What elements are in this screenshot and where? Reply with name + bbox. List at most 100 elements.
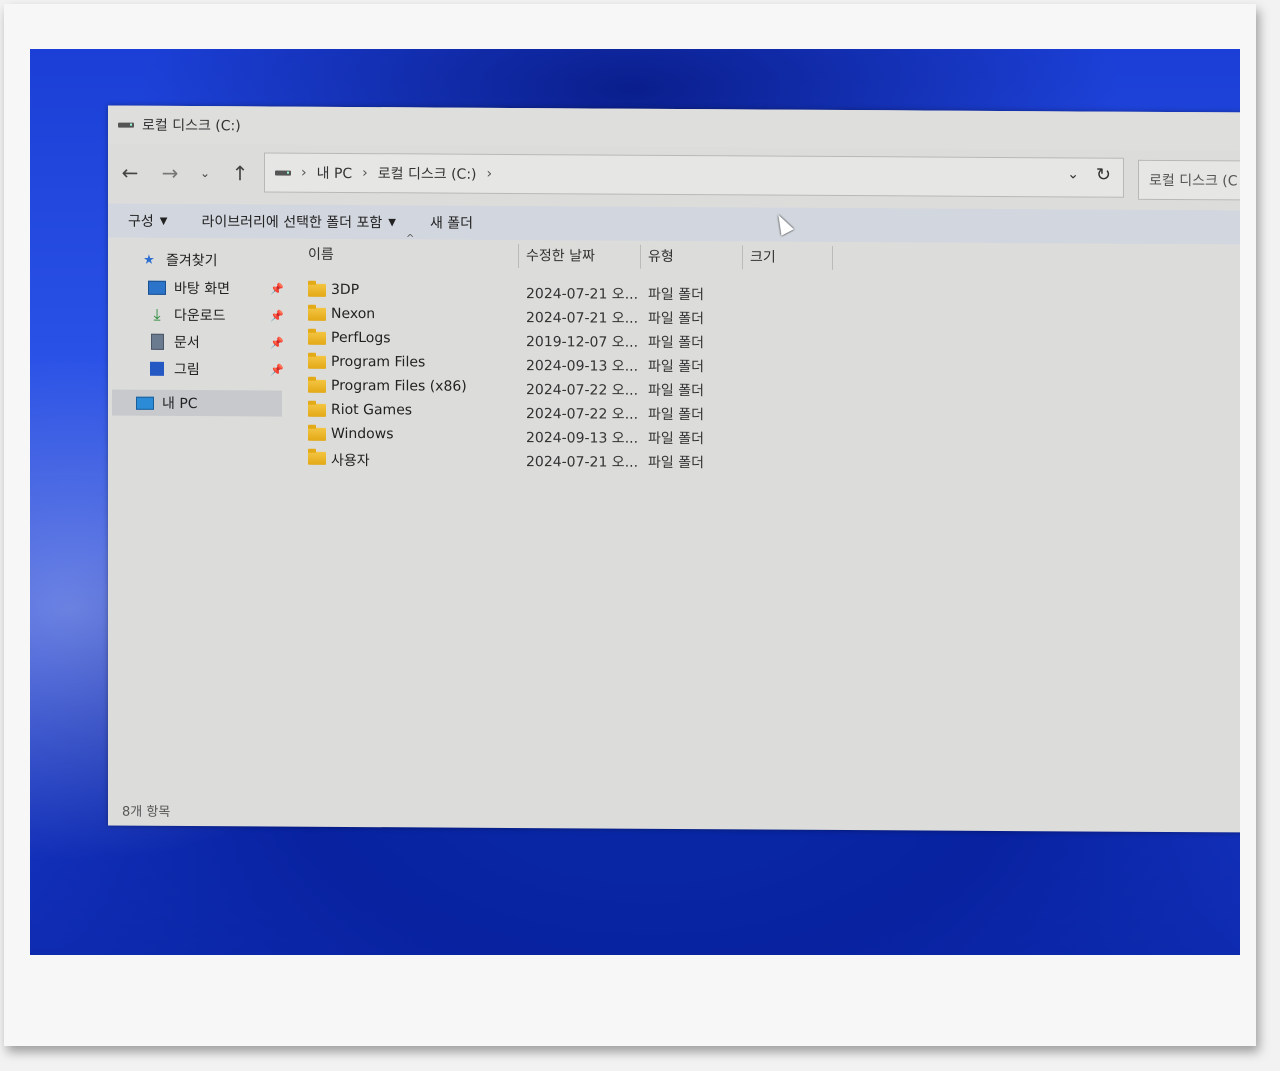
caret-down-icon: ▼ <box>388 216 396 228</box>
file-name: 사용자 <box>331 452 370 470</box>
new-folder-label: 새 폴더 <box>429 215 474 232</box>
new-folder-button[interactable]: 새 폴더 <box>430 212 473 232</box>
file-list: ^ 이름 수정한 날짜 유형 크기 3DP 2024-07-21 오... 파일… <box>298 233 1240 807</box>
folder-icon <box>308 283 326 297</box>
back-button[interactable]: ← <box>112 155 148 191</box>
file-name: 3DP <box>331 281 360 299</box>
column-header-type[interactable]: 유형 <box>648 245 738 268</box>
table-row[interactable]: PerfLogs 2019-12-07 오... 파일 폴더 <box>298 329 858 354</box>
file-date: 2024-09-13 오... <box>526 430 639 447</box>
pictures-icon <box>148 361 166 377</box>
column-header-size[interactable]: 크기 <box>750 245 830 267</box>
sidebar-item-label: 다운로드 <box>174 307 226 325</box>
arrow-up-icon: ↑ <box>231 161 249 186</box>
breadcrumb-local-disk[interactable]: 로컬 디스크 (C:) <box>378 163 477 184</box>
caret-down-icon: ▼ <box>159 215 168 227</box>
column-divider[interactable] <box>640 244 641 269</box>
file-date: 2024-09-13 오... <box>526 358 639 375</box>
pin-icon[interactable]: 📌 <box>270 363 284 376</box>
table-row[interactable]: Nexon 2024-07-21 오... 파일 폴더 <box>298 305 858 330</box>
pin-icon[interactable]: 📌 <box>270 336 284 349</box>
arrow-right-icon: → <box>161 160 179 185</box>
sidebar-item-this-pc[interactable]: 내 PC <box>112 389 282 417</box>
column-header-name[interactable]: 이름 <box>308 243 508 266</box>
file-type: 파일 폴더 <box>648 430 704 448</box>
address-drive-icon <box>275 170 291 176</box>
file-date: 2024-07-21 오... <box>526 286 639 303</box>
file-date: 2024-07-21 오... <box>526 310 639 327</box>
sidebar-item-label: 그림 <box>174 361 200 379</box>
recent-locations-button[interactable]: ⌄ <box>192 155 218 191</box>
breadcrumb-this-pc[interactable]: 내 PC <box>317 163 353 183</box>
pin-icon[interactable]: 📌 <box>270 282 284 295</box>
file-name: Nexon <box>331 305 376 323</box>
table-row[interactable]: Program Files (x86) 2024-07-22 오... 파일 폴… <box>298 377 858 402</box>
file-name: Program Files (x86) <box>331 377 467 395</box>
include-in-library-button[interactable]: 라이브러리에 선택한 폴더 포함 ▼ <box>201 211 396 232</box>
file-type: 파일 폴더 <box>648 310 704 328</box>
file-type: 파일 폴더 <box>648 286 704 304</box>
status-bar-item-count: 8개 항목 <box>122 804 171 820</box>
folder-icon <box>308 427 326 441</box>
table-row[interactable]: 사용자 2024-07-21 오... 파일 폴더 <box>298 449 858 474</box>
monitor-screen: 로컬 디스크 (C:) ← → ⌄ ↑ › 내 PC › 로컬 디스크 (C:)… <box>30 49 1240 955</box>
sidebar-item-label: 내 PC <box>162 395 198 413</box>
file-date: 2024-07-21 오... <box>526 454 639 471</box>
column-divider[interactable] <box>832 245 833 270</box>
sidebar-item-quick-access[interactable]: ★ 즐겨찾기 <box>140 250 218 270</box>
column-divider[interactable] <box>518 244 519 269</box>
drive-icon <box>118 122 134 128</box>
file-type: 파일 폴더 <box>648 382 704 400</box>
refresh-icon[interactable]: ↻ <box>1096 165 1111 186</box>
sidebar-item-label: 문서 <box>174 334 200 352</box>
file-explorer-window: 로컬 디스크 (C:) ← → ⌄ ↑ › 내 PC › 로컬 디스크 (C:)… <box>108 105 1240 833</box>
file-date: 2019-12-07 오... <box>526 334 639 351</box>
file-name: Riot Games <box>331 401 413 419</box>
file-date: 2024-07-22 오... <box>526 382 639 399</box>
folder-icon <box>308 307 326 321</box>
address-bar[interactable]: › 내 PC › 로컬 디스크 (C:) › ⌄ ↻ <box>264 152 1124 198</box>
address-dropdown-icon[interactable]: ⌄ <box>1067 166 1079 182</box>
sidebar-item-downloads[interactable]: ⤓ 다운로드 📌 <box>148 305 298 326</box>
document-icon <box>148 333 166 350</box>
table-row[interactable]: Riot Games 2024-07-22 오... 파일 폴더 <box>298 401 858 426</box>
up-button[interactable]: ↑ <box>222 155 258 191</box>
folder-icon <box>308 451 326 465</box>
breadcrumb-separator: › <box>486 165 493 182</box>
search-input[interactable]: 로컬 디스크 (C <box>1138 159 1240 201</box>
file-name: PerfLogs <box>331 329 391 347</box>
table-row[interactable]: Program Files 2024-09-13 오... 파일 폴더 <box>298 353 858 378</box>
organize-button[interactable]: 구성 ▼ <box>128 211 167 231</box>
sidebar-item-label: 바탕 화면 <box>174 280 230 298</box>
sidebar-item-documents[interactable]: 문서 📌 <box>148 332 298 353</box>
sidebar-item-label: 즐겨찾기 <box>166 252 218 270</box>
star-icon: ★ <box>143 252 155 268</box>
folder-icon <box>308 331 326 345</box>
sidebar-item-desktop[interactable]: 바탕 화면 📌 <box>148 278 298 299</box>
include-in-library-label: 라이브러리에 선택한 폴더 포함 <box>201 214 383 232</box>
search-placeholder: 로컬 디스크 (C <box>1149 172 1238 190</box>
file-name: Windows <box>331 425 394 443</box>
file-type: 파일 폴더 <box>648 406 704 424</box>
folder-icon <box>308 355 326 369</box>
table-row[interactable]: Windows 2024-09-13 오... 파일 폴더 <box>298 425 858 450</box>
forward-button[interactable]: → <box>152 155 188 191</box>
file-type: 파일 폴더 <box>648 358 704 376</box>
title-bar: 로컬 디스크 (C:) <box>108 105 1240 151</box>
organize-label: 구성 <box>128 213 154 230</box>
file-type: 파일 폴더 <box>648 454 704 472</box>
arrow-left-icon: ← <box>121 160 139 185</box>
file-type: 파일 폴더 <box>648 334 704 352</box>
chevron-down-icon: ⌄ <box>199 166 211 181</box>
breadcrumb-separator: › <box>301 164 307 181</box>
folder-icon <box>308 379 326 393</box>
column-divider[interactable] <box>742 245 743 270</box>
breadcrumb-separator: › <box>362 165 368 182</box>
column-header-date[interactable]: 수정한 날짜 <box>526 244 636 267</box>
navigation-pane: ★ 즐겨찾기 바탕 화면 📌 ⤓ 다운로드 📌 문서 📌 그림 📌 내 PC <box>108 238 288 801</box>
table-row[interactable]: 3DP 2024-07-21 오... 파일 폴더 <box>298 281 858 306</box>
sidebar-item-pictures[interactable]: 그림 📌 <box>148 359 298 380</box>
window-title: 로컬 디스크 (C:) <box>142 117 241 135</box>
photo-frame: 로컬 디스크 (C:) ← → ⌄ ↑ › 내 PC › 로컬 디스크 (C:)… <box>4 4 1256 1046</box>
pin-icon[interactable]: 📌 <box>270 309 284 322</box>
